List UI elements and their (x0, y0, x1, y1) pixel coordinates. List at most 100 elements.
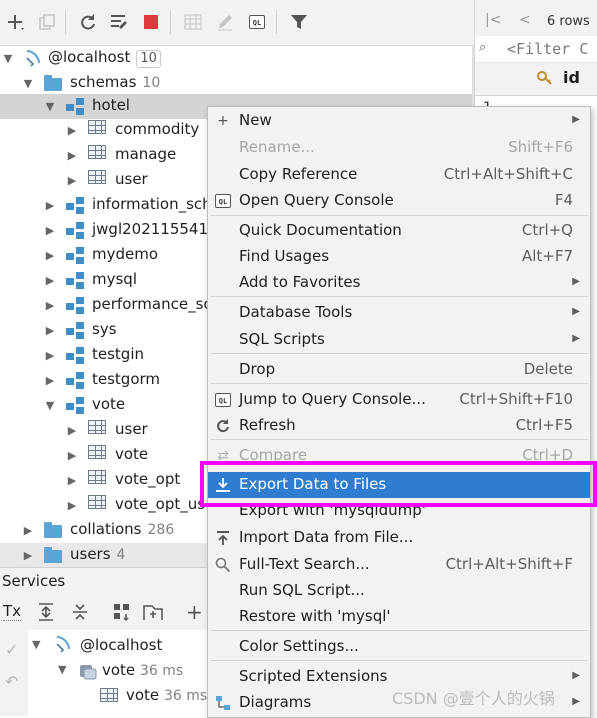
menu-item-copy-reference[interactable]: Copy Reference Ctrl+Alt+Shift+C (208, 162, 590, 188)
hotel-label: hotel (92, 96, 130, 114)
watermark: CSDN @壹个人的火锅 (392, 689, 555, 708)
schema-icon (66, 247, 86, 265)
add-service-icon[interactable]: + (186, 600, 203, 624)
submenu-arrow-icon: ▶ (572, 333, 580, 344)
vote-session-label: vote (102, 661, 136, 679)
menu-item-open-query-console[interactable]: QL Open Query Console F4 (208, 188, 590, 214)
menu-item-full-text-search[interactable]: Full-Text Search... Ctrl+Alt+Shift+F (208, 552, 590, 578)
chevron-right-icon[interactable]: ▶ (66, 149, 78, 162)
schema-icon (66, 197, 86, 215)
menu-item-rename[interactable]: Rename... Shift+F6 (208, 135, 590, 161)
services-side-toolbar: ✓ ↶ (0, 630, 29, 716)
query-console-icon[interactable]: QL (245, 10, 269, 34)
chevron-right-icon[interactable]: ▶ (66, 174, 78, 187)
services-vote-session[interactable]: vote 36 ms (102, 661, 183, 679)
chevron-right-icon[interactable]: ▶ (66, 499, 78, 512)
submenu-arrow-icon: ▶ (572, 276, 580, 287)
menu-item-jump-to-query-console[interactable]: QL Jump to Query Console... Ctrl+Shift+F… (208, 387, 590, 413)
rollback-icon[interactable]: ↶ (5, 672, 18, 691)
database-toolbar: QL (0, 0, 474, 46)
import-icon (214, 529, 232, 547)
first-page-icon[interactable]: |< (485, 12, 501, 28)
column-header-id[interactable]: id (563, 68, 580, 87)
chevron-right-icon[interactable]: ▶ (44, 274, 56, 287)
chevron-down-icon[interactable]: ▼ (44, 100, 56, 113)
menu-separator (210, 383, 588, 384)
services-vote-table[interactable]: vote 36 ms (126, 686, 207, 704)
chevron-right-icon[interactable]: ▶ (44, 199, 56, 212)
chevron-right-icon[interactable]: ▶ (44, 299, 56, 312)
chevron-down-icon[interactable]: ▼ (2, 52, 14, 65)
user-label: user (115, 170, 148, 188)
edit-icon[interactable] (213, 10, 237, 34)
chevron-right-icon[interactable]: ▶ (22, 524, 34, 537)
table-icon (88, 120, 106, 134)
menu-item-color-settings[interactable]: Color Settings... (208, 634, 590, 660)
session-icon (78, 663, 97, 680)
table-icon (88, 445, 106, 459)
previous-page-icon[interactable]: < (519, 12, 531, 28)
performance-schema-label: performance_sc (92, 295, 212, 313)
menu-item-refresh[interactable]: Refresh Ctrl+F5 (208, 413, 590, 439)
schemas-count: 10 (142, 75, 161, 91)
menu-item-restore-with-mysql[interactable]: Restore with 'mysql' (208, 604, 590, 630)
menu-item-drop[interactable]: Drop Delete (208, 357, 590, 383)
menu-item-new[interactable]: + New ▶ (208, 108, 590, 134)
chevron-right-icon[interactable]: ▶ (44, 224, 56, 237)
group-icon[interactable] (112, 602, 132, 626)
users-label: users (70, 545, 111, 563)
add-icon[interactable] (4, 10, 28, 34)
filter-icon[interactable] (287, 10, 311, 34)
duplicate-icon[interactable] (35, 10, 59, 34)
schema-icon (66, 98, 86, 116)
tree-node-schemas[interactable]: ▼ schemas 10 (0, 71, 472, 96)
table-icon[interactable] (181, 10, 205, 34)
tx-mode-selector[interactable]: Tx (3, 602, 22, 621)
menu-item-find-usages[interactable]: Find Usages Alt+F7 (208, 244, 590, 270)
chevron-right-icon[interactable]: ▶ (66, 474, 78, 487)
commodity-label: commodity (115, 120, 200, 138)
mydemo-label: mydemo (92, 245, 159, 263)
menu-item-import-data-from-file[interactable]: Import Data from File... (208, 525, 590, 551)
filter-input[interactable]: <Filter C (507, 40, 588, 58)
vote-session-time: 36 ms (139, 663, 184, 679)
new-tab-icon[interactable] (142, 602, 164, 626)
collapse-all-icon[interactable] (70, 602, 90, 626)
menu-item-add-to-favorites[interactable]: Add to Favorites ▶ (208, 270, 590, 296)
testgin-label: testgin (92, 345, 145, 363)
chevron-down-icon[interactable]: ▼ (44, 399, 56, 412)
chevron-down-icon[interactable]: ▼ (58, 663, 66, 676)
folder-icon (44, 75, 64, 93)
menu-item-sql-scripts[interactable]: SQL Scripts ▶ (208, 327, 590, 353)
mysql-label: mysql (92, 270, 137, 288)
rows-count[interactable]: 6 rows (547, 14, 590, 29)
schema-icon (66, 297, 86, 315)
menu-item-quick-documentation[interactable]: Quick Documentation Ctrl+Q (208, 218, 590, 244)
jwgl-label: jwgl2021155410 (92, 220, 218, 238)
chevron-down-icon[interactable]: ▼ (32, 638, 40, 651)
chevron-down-icon[interactable]: ▼ (22, 77, 34, 90)
chevron-right-icon[interactable]: ▶ (66, 124, 78, 137)
menu-item-run-sql-script[interactable]: Run SQL Script... (208, 578, 590, 604)
refresh-icon[interactable] (76, 10, 100, 34)
stop-icon[interactable] (139, 10, 163, 34)
diagram-icon (214, 694, 232, 712)
commit-icon[interactable]: ✓ (5, 640, 18, 659)
search-icon (214, 556, 232, 574)
expand-all-icon[interactable] (36, 602, 56, 626)
services-localhost[interactable]: @localhost (80, 636, 162, 654)
vote-opt-user-label: vote_opt_us (115, 495, 206, 513)
vote-user-label: user (115, 420, 148, 438)
chevron-right-icon[interactable]: ▶ (44, 374, 56, 387)
chevron-right-icon[interactable]: ▶ (44, 324, 56, 337)
properties-icon[interactable] (107, 10, 131, 34)
chevron-right-icon[interactable]: ▶ (22, 549, 34, 562)
chevron-right-icon[interactable]: ▶ (66, 449, 78, 462)
information-schema-label: information_sch (92, 195, 212, 213)
menu-item-database-tools[interactable]: Database Tools ▶ (208, 300, 590, 326)
chevron-right-icon[interactable]: ▶ (44, 349, 56, 362)
chevron-right-icon[interactable]: ▶ (66, 424, 78, 437)
tree-node-localhost[interactable]: ▼ @localhost 10 (0, 46, 472, 71)
chevron-right-icon[interactable]: ▶ (44, 249, 56, 262)
submenu-arrow-icon: ▶ (572, 670, 580, 681)
